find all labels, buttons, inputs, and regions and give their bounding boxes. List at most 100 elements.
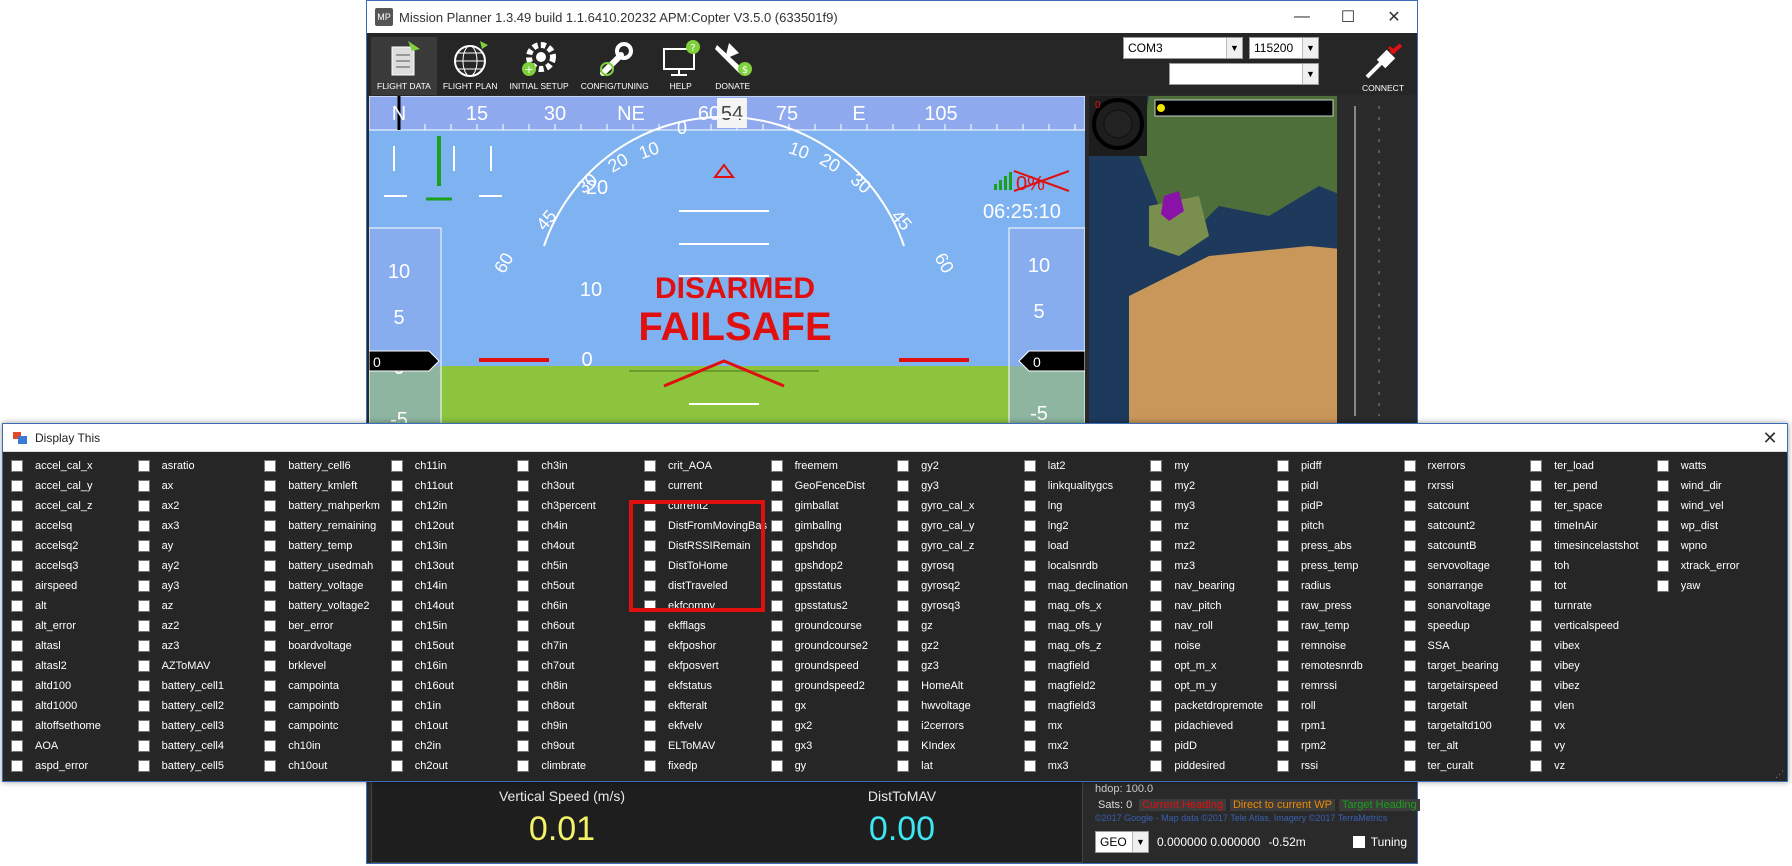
checkbox-box[interactable] [1023, 680, 1036, 692]
option-battery-cell5[interactable]: battery_cell5 [137, 756, 265, 776]
checkbox-box[interactable] [1403, 540, 1416, 552]
option-gpsstatus2[interactable]: gpsstatus2 [770, 596, 898, 616]
checkbox-box[interactable] [1150, 600, 1163, 612]
checkbox-box[interactable] [264, 640, 277, 652]
option-gyrosq2[interactable]: gyrosq2 [897, 576, 1024, 596]
checkbox-box[interactable] [1530, 460, 1543, 472]
option-ch3in[interactable]: ch3in [517, 456, 644, 476]
option-vlen[interactable]: vlen [1530, 696, 1657, 716]
checkbox-box[interactable] [1150, 460, 1163, 472]
checkbox-box[interactable] [1276, 700, 1289, 712]
checkbox-box[interactable] [1276, 720, 1289, 732]
option-nav-bearing[interactable]: nav_bearing [1150, 576, 1277, 596]
option-target-bearing[interactable]: target_bearing [1403, 656, 1531, 676]
checkbox-box[interactable] [1150, 660, 1163, 672]
checkbox-box[interactable] [1023, 660, 1036, 672]
checkbox-box[interactable] [1403, 620, 1416, 632]
option-ch1in[interactable]: ch1in [390, 696, 518, 716]
option-ch3out[interactable]: ch3out [517, 476, 644, 496]
checkbox-box[interactable] [1403, 740, 1416, 752]
option-ch5out[interactable]: ch5out [517, 576, 644, 596]
checkbox-box[interactable] [770, 700, 783, 712]
map[interactable]: 0 [1089, 96, 1415, 426]
option-groundspeed2[interactable]: groundspeed2 [770, 676, 898, 696]
option-ch8out[interactable]: ch8out [517, 696, 644, 716]
option-rxrssi[interactable]: rxrssi [1403, 476, 1531, 496]
option-altasl2[interactable]: altasl2 [11, 656, 138, 676]
checkbox-box[interactable] [897, 760, 910, 772]
checkbox-box[interactable] [643, 740, 656, 752]
checkbox-box[interactable] [770, 560, 783, 572]
option-pidp[interactable]: pidP [1276, 496, 1404, 516]
checkbox-box[interactable] [264, 580, 277, 592]
checkbox-box[interactable] [1656, 520, 1669, 532]
checkbox-box[interactable] [770, 600, 783, 612]
checkbox-box[interactable] [137, 640, 150, 652]
option-targetaltd100[interactable]: targetaltd100 [1403, 716, 1531, 736]
option-gy[interactable]: gy [770, 756, 898, 776]
checkbox-box[interactable] [137, 480, 150, 492]
option-battery-voltage2[interactable]: battery_voltage2 [264, 596, 391, 616]
checkbox-box[interactable] [897, 580, 910, 592]
option-campointb[interactable]: campointb [264, 696, 391, 716]
checkbox-box[interactable] [770, 680, 783, 692]
option-distfrommovingbas[interactable]: DistFromMovingBas [643, 516, 771, 536]
option-ch3percent[interactable]: ch3percent [517, 496, 644, 516]
checkbox-box[interactable] [517, 500, 530, 512]
checkbox-box[interactable] [11, 620, 23, 632]
option-gx2[interactable]: gx2 [770, 716, 898, 736]
checkbox-box[interactable] [1276, 600, 1289, 612]
checkbox-box[interactable] [264, 600, 277, 612]
option-i2cerrors[interactable]: i2cerrors [897, 716, 1024, 736]
option-groundspeed[interactable]: groundspeed [770, 656, 898, 676]
checkbox-box[interactable] [1150, 540, 1163, 552]
checkbox-box[interactable] [1276, 560, 1289, 572]
checkbox-box[interactable] [11, 580, 23, 592]
checkbox-box[interactable] [1150, 700, 1163, 712]
option-magfield2[interactable]: magfield2 [1023, 676, 1151, 696]
checkbox-box[interactable] [897, 600, 910, 612]
option-disttohome[interactable]: DistToHome [643, 556, 771, 576]
checkbox-box[interactable] [137, 520, 150, 532]
checkbox-box[interactable] [1150, 520, 1163, 532]
checkbox-box[interactable] [11, 720, 23, 732]
option-battery-cell6[interactable]: battery_cell6 [264, 456, 391, 476]
checkbox-box[interactable] [390, 760, 403, 772]
option-press-temp[interactable]: press_temp [1276, 556, 1404, 576]
checkbox-box[interactable] [1403, 700, 1416, 712]
checkbox-box[interactable] [11, 680, 23, 692]
checkbox-box[interactable] [897, 660, 910, 672]
option-ekfstatus[interactable]: ekfstatus [643, 676, 771, 696]
checkbox-box[interactable] [390, 600, 403, 612]
checkbox-box[interactable] [770, 740, 783, 752]
mavlink-select[interactable]: ▼ [1169, 63, 1319, 85]
option-accel-cal-y[interactable]: accel_cal_y [11, 476, 138, 496]
option-targetalt[interactable]: targetalt [1403, 696, 1531, 716]
option-climbrate[interactable]: climbrate [517, 756, 644, 776]
checkbox-box[interactable] [1150, 720, 1163, 732]
quick-dist-to-mav[interactable]: DistToMAV 0.00 [752, 788, 1052, 849]
checkbox-box[interactable] [1352, 836, 1365, 848]
checkbox-box[interactable] [897, 540, 910, 552]
option-gx[interactable]: gx [770, 696, 898, 716]
option-altasl[interactable]: altasl [11, 636, 138, 656]
checkbox-box[interactable] [1023, 500, 1036, 512]
checkbox-box[interactable] [517, 720, 530, 732]
option-raw-temp[interactable]: raw_temp [1276, 616, 1404, 636]
option-ch14in[interactable]: ch14in [390, 576, 518, 596]
checkbox-box[interactable] [1276, 620, 1289, 632]
checkbox-box[interactable] [897, 460, 910, 472]
checkbox-box[interactable] [1276, 760, 1289, 772]
checkbox-box[interactable] [1530, 620, 1543, 632]
checkbox-box[interactable] [643, 520, 656, 532]
option-xtrack-error[interactable]: xtrack_error [1656, 556, 1784, 576]
option-ay[interactable]: ay [137, 536, 265, 556]
checkbox-box[interactable] [1403, 600, 1416, 612]
checkbox-box[interactable] [1276, 740, 1289, 752]
option-ch4out[interactable]: ch4out [517, 536, 644, 556]
option-ax3[interactable]: ax3 [137, 516, 265, 536]
checkbox-box[interactable] [390, 700, 403, 712]
option-accel-cal-x[interactable]: accel_cal_x [11, 456, 138, 476]
option-battery-cell4[interactable]: battery_cell4 [137, 736, 265, 756]
checkbox-box[interactable] [643, 580, 656, 592]
